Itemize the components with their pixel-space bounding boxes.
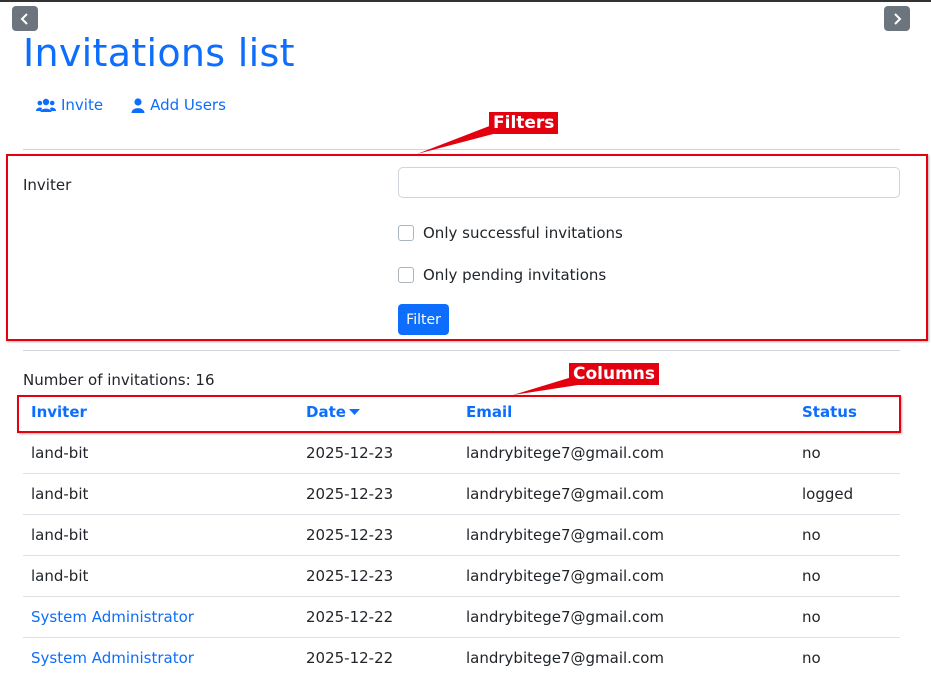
cell-status: no	[802, 444, 821, 462]
filter-button[interactable]: Filter	[398, 304, 449, 335]
invitation-count: Number of invitations: 16	[23, 371, 215, 389]
cell-date: 2025-12-22	[306, 649, 394, 667]
divider-bottom	[23, 350, 900, 351]
only-pending-label: Only pending invitations	[423, 266, 607, 284]
table-row: land-bit 2025-12-23 landrybitege7@gmail.…	[23, 515, 900, 556]
cell-email: landrybitege7@gmail.com	[466, 649, 664, 667]
table-row: land-bit 2025-12-23 landrybitege7@gmail.…	[23, 556, 900, 597]
cell-inviter: land-bit	[31, 444, 89, 462]
cell-status: no	[802, 526, 821, 544]
cell-date: 2025-12-22	[306, 608, 394, 626]
cell-status: no	[802, 567, 821, 585]
only-successful-checkbox[interactable]	[398, 225, 414, 241]
cell-inviter-link[interactable]: System Administrator	[31, 649, 194, 667]
table-row: System Administrator 2025-12-22 landrybi…	[23, 597, 900, 638]
column-header-inviter-label: Inviter	[31, 403, 87, 421]
column-header-inviter[interactable]: Inviter	[31, 403, 87, 421]
column-header-date[interactable]: Date	[306, 403, 360, 421]
cell-email: landrybitege7@gmail.com	[466, 444, 664, 462]
column-header-email[interactable]: Email	[466, 403, 512, 421]
only-successful-option: Only successful invitations	[398, 224, 623, 242]
cell-date: 2025-12-23	[306, 526, 394, 544]
cell-inviter: land-bit	[31, 567, 89, 585]
cell-date: 2025-12-23	[306, 444, 394, 462]
cell-email: landrybitege7@gmail.com	[466, 608, 664, 626]
cell-date: 2025-12-23	[306, 485, 394, 503]
only-successful-label: Only successful invitations	[423, 224, 623, 242]
cell-inviter: land-bit	[31, 485, 89, 503]
filters-callout: Filters	[489, 112, 559, 134]
only-pending-option: Only pending invitations	[398, 266, 606, 284]
cell-date: 2025-12-23	[306, 567, 394, 585]
inviter-input[interactable]	[398, 167, 900, 198]
cell-email: landrybitege7@gmail.com	[466, 526, 664, 544]
column-header-status[interactable]: Status	[802, 403, 857, 421]
cell-inviter: land-bit	[31, 526, 89, 544]
cell-inviter-link[interactable]: System Administrator	[31, 608, 194, 626]
only-pending-checkbox[interactable]	[398, 267, 414, 283]
columns-highlight	[17, 395, 901, 433]
column-header-email-label: Email	[466, 403, 513, 421]
cell-status: logged	[802, 485, 854, 503]
caret-down-icon	[348, 409, 360, 415]
cell-status: no	[802, 649, 821, 667]
cell-email: landrybitege7@gmail.com	[466, 485, 664, 503]
column-header-status-label: Status	[802, 403, 857, 421]
cell-email: landrybitege7@gmail.com	[466, 567, 664, 585]
inviter-label: Inviter	[23, 176, 72, 194]
cell-status: no	[802, 608, 821, 626]
column-header-date-label: Date	[306, 403, 346, 421]
filters-callout-arrow	[417, 125, 497, 154]
table-row: land-bit 2025-12-23 landrybitege7@gmail.…	[23, 474, 900, 515]
columns-callout: Columns	[569, 363, 660, 385]
table-row: land-bit 2025-12-23 landrybitege7@gmail.…	[23, 433, 900, 474]
